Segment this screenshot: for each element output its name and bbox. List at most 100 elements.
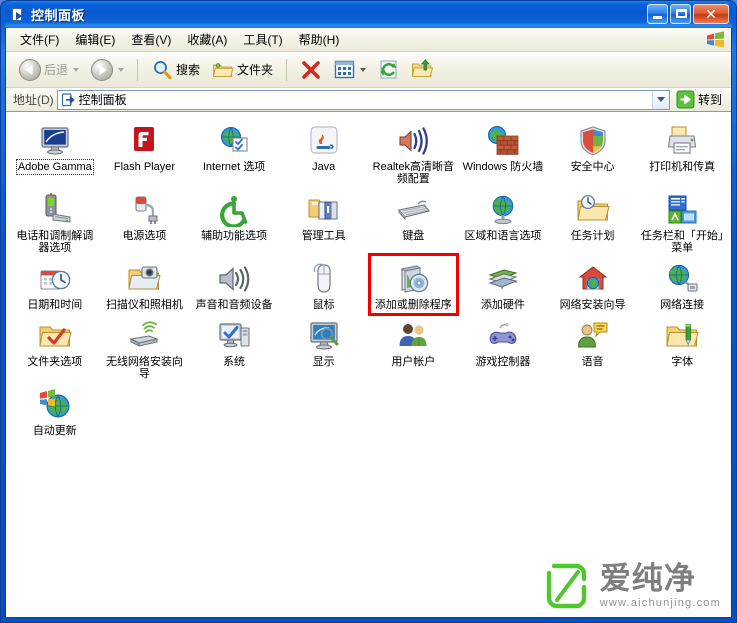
- menu-view[interactable]: 查看(V): [123, 28, 179, 51]
- control-panel-item[interactable]: 字体: [637, 315, 727, 380]
- close-button[interactable]: ✕: [693, 4, 729, 24]
- control-panel-item[interactable]: 任务计划: [548, 189, 638, 254]
- menu-file[interactable]: 文件(F): [12, 28, 67, 51]
- maximize-button[interactable]: [670, 4, 691, 24]
- control-panel-item-label: 管理工具: [301, 230, 346, 242]
- control-panel-item[interactable]: Flash Player: [100, 120, 190, 185]
- back-dropdown-icon[interactable]: [73, 67, 80, 72]
- go-button[interactable]: 转到: [673, 90, 728, 110]
- back-button[interactable]: 后退: [14, 55, 84, 85]
- control-panel-item[interactable]: 无线网络安装向导: [100, 315, 190, 380]
- control-panel-icon: [10, 7, 26, 23]
- control-panel-item-label: 鼠标: [312, 299, 335, 311]
- address-label: 地址(D): [13, 93, 54, 107]
- delete-button[interactable]: [295, 55, 327, 85]
- control-panel-item-label: 日期和时间: [27, 299, 83, 311]
- control-panel-item[interactable]: 添加或删除程序: [369, 258, 459, 311]
- control-panel-item[interactable]: 鼠标: [279, 258, 369, 311]
- accessibility-icon: [217, 193, 251, 227]
- control-panel-item-label: 区域和语言选项: [464, 230, 542, 242]
- control-panel-item[interactable]: 游戏控制器: [458, 315, 548, 380]
- administrative-tools-icon: [307, 193, 341, 227]
- control-panel-item[interactable]: Realtek高清晰音频配置: [369, 120, 459, 185]
- control-panel-item[interactable]: Adobe Gamma: [10, 120, 100, 185]
- control-panel-item-label: 添加硬件: [480, 299, 525, 311]
- control-panel-item[interactable]: 键盘: [369, 189, 459, 254]
- back-arrow-icon: [19, 58, 41, 81]
- control-panel-item-label: 系统: [223, 356, 246, 368]
- menu-help[interactable]: 帮助(H): [291, 28, 348, 51]
- control-panel-item[interactable]: 区域和语言选项: [458, 189, 548, 254]
- control-panel-item[interactable]: 安全中心: [548, 120, 638, 185]
- control-panel-item[interactable]: 系统: [189, 315, 279, 380]
- java-icon: [307, 124, 341, 158]
- menu-tools[interactable]: 工具(T): [235, 28, 290, 51]
- display-icon: [307, 319, 341, 353]
- views-dropdown-icon[interactable]: [360, 67, 367, 72]
- control-panel-item[interactable]: 自动更新: [10, 384, 100, 437]
- go-label: 转到: [697, 93, 722, 107]
- control-panel-item[interactable]: 电话和调制解调器选项: [10, 189, 100, 254]
- refresh-icon: [380, 60, 397, 79]
- title-bar[interactable]: 控制面板 ✕: [5, 1, 732, 28]
- control-panel-content: Adobe Gamma Flash Player Internet 选项 Jav…: [6, 112, 731, 617]
- control-panel-item[interactable]: 扫描仪和照相机: [100, 258, 190, 311]
- control-panel-item[interactable]: 添加硬件: [458, 258, 548, 311]
- views-button[interactable]: [329, 55, 371, 85]
- control-panel-item[interactable]: 电源选项: [100, 189, 190, 254]
- toolbar-separator-1: [137, 58, 139, 81]
- control-panel-item[interactable]: 管理工具: [279, 189, 369, 254]
- control-panel-item[interactable]: Windows 防火墙: [458, 120, 548, 185]
- control-panel-item[interactable]: 文件夹选项: [10, 315, 100, 380]
- control-panel-item[interactable]: Internet 选项: [189, 120, 279, 185]
- control-panel-icon-grid: Adobe Gamma Flash Player Internet 选项 Jav…: [10, 120, 727, 437]
- menu-favorites[interactable]: 收藏(A): [179, 28, 235, 51]
- search-icon: [154, 60, 172, 79]
- control-panel-item[interactable]: 打印机和传真: [637, 120, 727, 185]
- control-panel-item[interactable]: 辅助功能选项: [189, 189, 279, 254]
- control-panel-item-label: 添加或删除程序: [374, 299, 452, 311]
- control-panel-item[interactable]: 声音和音频设备: [189, 258, 279, 311]
- power-options-icon: [127, 193, 161, 227]
- control-panel-item-label: Internet 选项: [202, 161, 266, 173]
- control-panel-item-label: Flash Player: [113, 161, 175, 173]
- toolbar: 后退 搜索 文件夹: [6, 52, 731, 88]
- up-one-level-button[interactable]: [406, 55, 438, 85]
- address-dropdown-button[interactable]: [651, 90, 669, 109]
- search-label: 搜索: [176, 63, 201, 77]
- control-panel-item-label: 网络连接: [660, 299, 705, 311]
- window-controls: ✕: [647, 4, 729, 24]
- minimize-button[interactable]: [647, 4, 668, 24]
- menu-edit[interactable]: 编辑(E): [67, 28, 123, 51]
- control-panel-item[interactable]: 网络连接: [637, 258, 727, 311]
- address-input[interactable]: 控制面板: [56, 89, 670, 110]
- refresh-button[interactable]: [373, 55, 404, 85]
- forward-dropdown-icon[interactable]: [118, 67, 125, 72]
- control-panel-item[interactable]: 语音: [548, 315, 638, 380]
- control-panel-item[interactable]: 网络安装向导: [548, 258, 638, 311]
- user-accounts-icon: [396, 319, 430, 353]
- adobe-gamma-icon: [38, 124, 72, 158]
- toolbar-separator-2: [286, 58, 288, 81]
- control-panel-item[interactable]: 用户帐户: [369, 315, 459, 380]
- control-panel-item[interactable]: 任务栏和「开始」菜单: [637, 189, 727, 254]
- scanners-cameras-icon: [127, 262, 162, 296]
- control-panel-item-label: 键盘: [402, 230, 425, 242]
- control-panel-item[interactable]: Java: [279, 120, 369, 185]
- window-title: 控制面板: [31, 8, 86, 23]
- watermark: 爱纯净 www.aichunjing.com: [546, 562, 721, 609]
- control-panel-icon: [61, 92, 75, 106]
- automatic-updates-icon: [38, 388, 72, 422]
- views-icon: [334, 60, 355, 79]
- forward-button[interactable]: [86, 55, 129, 85]
- speech-icon: [576, 319, 610, 353]
- control-panel-item[interactable]: 日期和时间: [10, 258, 100, 311]
- regional-language-icon: [486, 193, 520, 227]
- date-time-icon: [38, 262, 72, 296]
- maximize-icon: [676, 9, 687, 18]
- control-panel-item[interactable]: 显示: [279, 315, 369, 380]
- folders-button[interactable]: 文件夹: [207, 55, 278, 85]
- control-panel-item-label: Realtek高清晰音频配置: [372, 161, 454, 185]
- search-button[interactable]: 搜索: [146, 55, 205, 85]
- add-hardware-icon: [486, 262, 520, 296]
